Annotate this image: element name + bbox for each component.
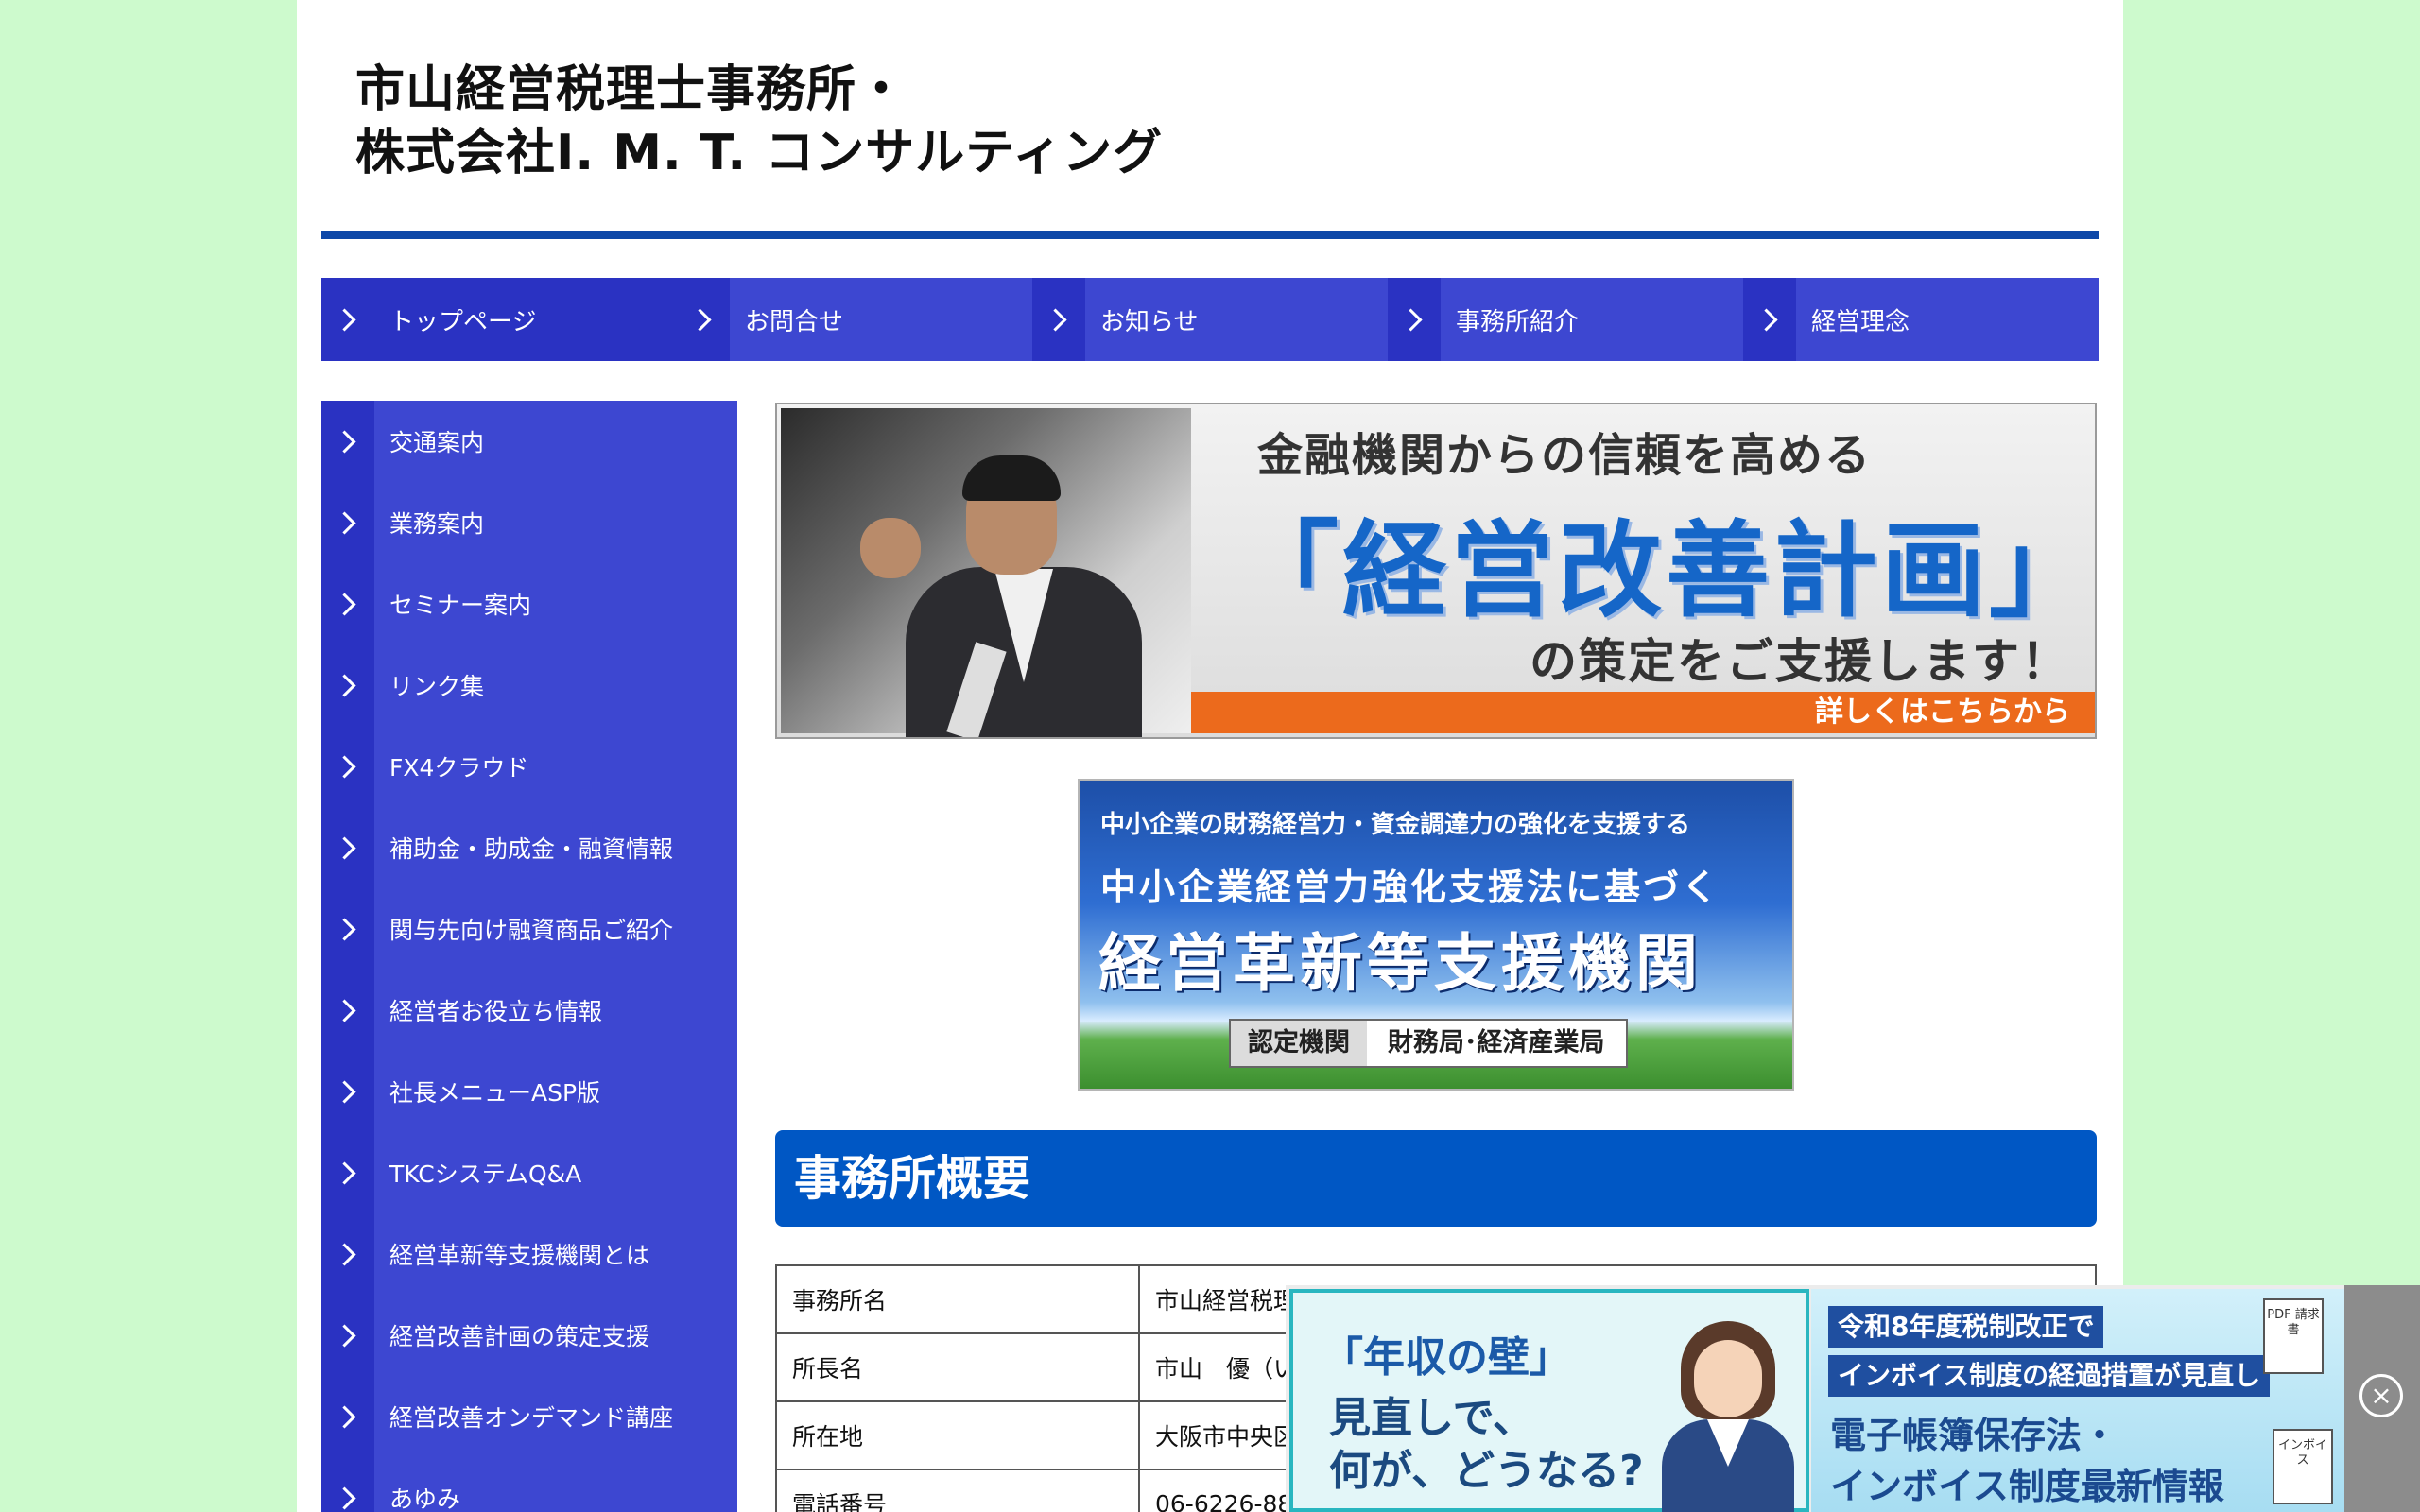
side-nav-item[interactable]: セミナー案内 [321, 563, 737, 644]
certified-support-agency-banner[interactable]: 中小企業の財務経営力・資金調達力の強化を支援する 中小企業経営力強化支援法に基づ… [1078, 779, 1794, 1091]
cert-banner-top: 中小企業の財務経営力・資金調達力の強化を支援する [1100, 811, 1691, 839]
chevron-right-icon [321, 726, 374, 807]
side-nav-item[interactable]: 経営革新等支援機関とは [321, 1213, 737, 1295]
chevron-right-icon [321, 1132, 374, 1213]
side-nav-item[interactable]: あゆみ [321, 1457, 737, 1512]
hero-cta: 詳しくはこちらから [1191, 692, 2095, 733]
side-nav-label: TKCシステムQ&A [389, 1160, 582, 1188]
top-nav-item-philosophy[interactable]: 経営理念 [1743, 278, 2099, 361]
chevron-right-icon [321, 563, 374, 644]
ad-invoice-system[interactable]: 令和8年度税制改正で インボイス制度の経過措置が見直し 電子帳簿保存法・ インボ… [1811, 1289, 2344, 1512]
side-nav-label: 業務案内 [389, 510, 485, 538]
cert-banner-main: 経営革新等支援機関 [1098, 927, 1703, 1000]
side-nav-item[interactable]: 交通案内 [321, 401, 737, 482]
invoice-document-icon: インボイス [2273, 1429, 2333, 1504]
top-nav-item-top[interactable]: トップページ [321, 278, 677, 361]
ad-right-line3: 電子帳簿保存法・ [1830, 1415, 2118, 1456]
top-navigation: トップページ お問合せ お知らせ 事務所紹介 経営理念 [321, 278, 2099, 361]
site-title[interactable]: 市山経営税理士事務所・ 株式会社I. M. T. コンサルティング [355, 59, 1163, 185]
table-cell-key: 電話番号 [775, 1469, 1140, 1512]
chevron-right-icon [321, 1295, 374, 1376]
chevron-right-icon [321, 1051, 374, 1132]
side-nav-label: 補助金・助成金・融資情報 [389, 835, 674, 863]
ad-right-line2: インボイス制度の経過措置が見直し [1828, 1355, 2271, 1397]
side-nav-label: 経営革新等支援機関とは [389, 1242, 650, 1269]
ad-right-line4: インボイス制度最新情報 [1830, 1466, 2224, 1507]
bottom-ad-overlay: 「年収の壁」 見直しで、 何が、どうなる? 令和8年度税制改正で インボイス制度… [1286, 1285, 2420, 1512]
title-divider [321, 231, 2099, 239]
chevron-right-icon [321, 807, 374, 888]
top-nav-label: 事務所紹介 [1456, 307, 1580, 336]
side-nav-item[interactable]: 経営改善計画の策定支援 [321, 1295, 737, 1376]
side-nav-label: セミナー案内 [389, 592, 532, 619]
side-nav-label: 経営改善計画の策定支援 [389, 1323, 650, 1350]
top-nav-label: トップページ [389, 307, 537, 336]
ad-income-wall[interactable]: 「年収の壁」 見直しで、 何が、どうなる? [1289, 1289, 1809, 1512]
hero-banner-management-plan[interactable]: 金融機関からの信頼を高める 「経営改善計画」 の策定をご支援します！ 詳しくはこ… [775, 403, 2097, 739]
close-icon[interactable]: × [2360, 1374, 2403, 1418]
ad-left-line3: 何が、どうなる? [1329, 1447, 1644, 1495]
side-nav-label: リンク集 [389, 673, 485, 700]
cert-badge-bureau: 財務局･経済産業局 [1367, 1021, 1626, 1066]
top-nav-item-about[interactable]: 事務所紹介 [1388, 278, 1743, 361]
chevron-right-icon [1032, 278, 1085, 361]
site-title-line1: 市山経営税理士事務所・ [355, 61, 908, 118]
side-nav-item[interactable]: 関与先向け融資商品ご紹介 [321, 888, 737, 970]
ad-left-line1: 「年収の壁」 [1322, 1333, 1571, 1382]
side-nav-item[interactable]: TKCシステムQ&A [321, 1132, 737, 1213]
chevron-right-icon [321, 1376, 374, 1457]
chevron-right-icon [321, 1457, 374, 1512]
ad-right-line1: 令和8年度税制改正で [1828, 1306, 2104, 1348]
side-nav-label: FX4クラウド [389, 754, 529, 782]
side-nav-label: 交通案内 [389, 429, 485, 456]
site-title-line2: 株式会社I. M. T. コンサルティング [355, 125, 1164, 181]
chevron-right-icon [321, 278, 374, 361]
top-nav-label: お知らせ [1100, 307, 1199, 336]
hero-line3: の策定をご支援します！ [1530, 634, 2070, 689]
ad-close-area: × [2344, 1285, 2420, 1512]
businessman-photo [781, 408, 1191, 737]
section-heading-office-overview: 事務所概要 [775, 1130, 2097, 1227]
side-nav-label: 経営者お役立ち情報 [389, 998, 603, 1025]
side-nav-item[interactable]: 経営者お役立ち情報 [321, 970, 737, 1051]
table-cell-key: 事務所名 [775, 1264, 1140, 1334]
chevron-right-icon [321, 482, 374, 563]
ad-left-line2: 見直しで、 [1329, 1394, 1534, 1442]
chevron-right-icon [321, 970, 374, 1051]
side-nav-item[interactable]: リンク集 [321, 644, 737, 726]
side-nav-item[interactable]: 経営改善オンデマンド講座 [321, 1376, 737, 1457]
side-nav-item[interactable]: 業務案内 [321, 482, 737, 563]
top-nav-label: お問合せ [745, 307, 844, 336]
top-nav-item-news[interactable]: お知らせ [1032, 278, 1388, 361]
chevron-right-icon [677, 278, 730, 361]
woman-illustration [1662, 1321, 1804, 1512]
cert-badge-certified: 認定機関 [1231, 1021, 1367, 1066]
chevron-right-icon [321, 888, 374, 970]
cert-badges: 認定機関 財務局･経済産業局 [1229, 1019, 1628, 1068]
table-cell-key: 所在地 [775, 1400, 1140, 1470]
side-nav-item[interactable]: 社長メニューASP版 [321, 1051, 737, 1132]
chevron-right-icon [1743, 278, 1796, 361]
chevron-right-icon [321, 644, 374, 726]
side-nav-item[interactable]: 補助金・助成金・融資情報 [321, 807, 737, 888]
cert-banner-mid: 中小企業経営力強化支援法に基づく [1100, 867, 1721, 908]
side-navigation: 交通案内 業務案内 セミナー案内 リンク集 FX4クラウド 補助金・助成金・融資… [321, 401, 737, 1512]
chevron-right-icon [321, 401, 374, 482]
hero-line1: 金融機関からの信頼を高める [1257, 429, 1873, 482]
pdf-invoice-icon: PDF 請求書 [2263, 1298, 2324, 1374]
chevron-right-icon [321, 1213, 374, 1295]
side-nav-label: 社長メニューASP版 [389, 1079, 601, 1107]
side-nav-label: 関与先向け融資商品ご紹介 [389, 917, 674, 944]
side-nav-item[interactable]: FX4クラウド [321, 726, 737, 807]
table-cell-key: 所長名 [775, 1332, 1140, 1402]
chevron-right-icon [1388, 278, 1441, 361]
hero-line2: 「経営改善計画」 [1235, 510, 2097, 631]
top-nav-label: 経営理念 [1811, 307, 1910, 336]
top-nav-item-contact[interactable]: お問合せ [677, 278, 1032, 361]
side-nav-label: 経営改善オンデマンド講座 [389, 1404, 674, 1432]
side-nav-label: あゆみ [389, 1486, 461, 1512]
